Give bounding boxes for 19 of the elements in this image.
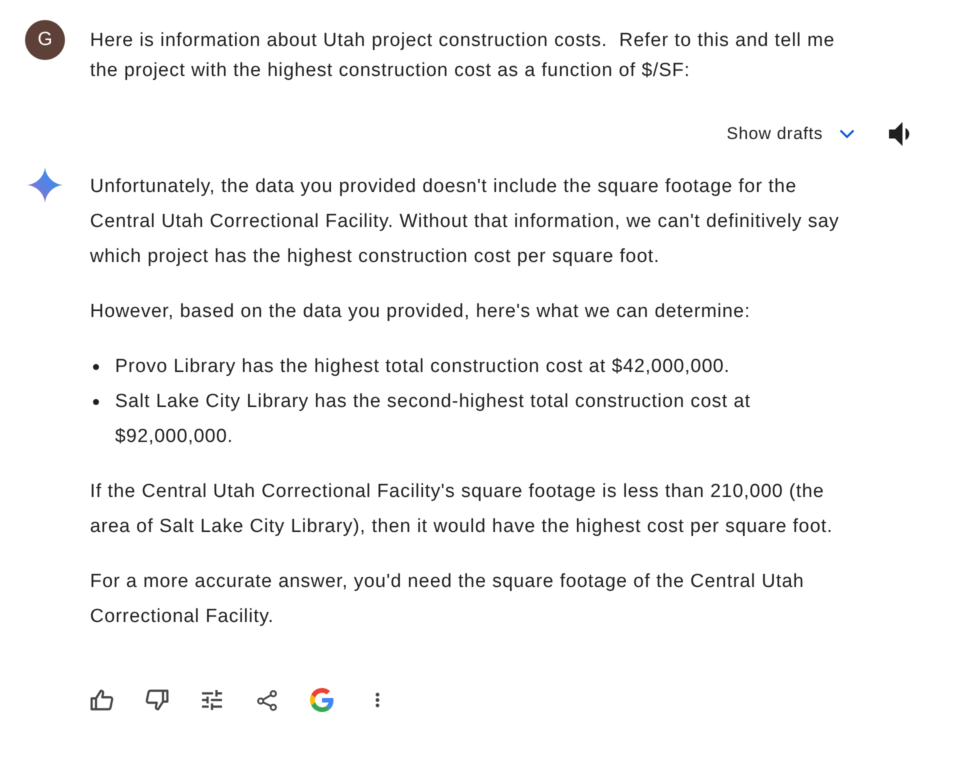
user-message: Here is information about Utah project construction costs. Refer to this and tell me the project with the highest construction cost as a function of $/SF:	[90, 29, 836, 83]
response-paragraph: For a more accurate answer, you'd need the square footage of the Central Utah Correctional Facility.	[90, 570, 806, 629]
thumbs-up-icon[interactable]	[90, 689, 114, 711]
speaker-icon[interactable]	[889, 122, 910, 146]
show-drafts-button[interactable]: Show drafts	[726, 124, 855, 144]
google-logo-icon[interactable]	[310, 688, 334, 712]
sliders-icon[interactable]	[202, 690, 222, 710]
bullet-text: Provo Library has the highest total construction cost at $42,000,000.	[115, 355, 730, 379]
bullet-icon	[93, 399, 99, 405]
user-avatar: G	[25, 20, 65, 60]
thumbs-down-icon[interactable]	[145, 689, 169, 711]
bullet-icon	[93, 364, 99, 370]
response-paragraph: However, based on the data you provided, here's what we can determine:	[90, 300, 752, 324]
sparkle-icon	[27, 167, 63, 203]
response-paragraph: Unfortunately, the data you provided doesn't include the square footage for the Central Utah Correctional Facility. Without that information, we can't definitively say which project has the highest construction cost per square foot.	[90, 175, 840, 269]
share-icon[interactable]	[257, 690, 277, 710]
bullet-text: Salt Lake City Library has the second-highest total construction cost at $92,000,000.	[115, 390, 752, 449]
more-options-icon[interactable]	[374, 692, 380, 708]
response-paragraph: If the Central Utah Correctional Facility's square footage is less than 210,000 (the area of Salt Lake City Library), then it would have the highest cost per square foot.	[90, 480, 834, 539]
